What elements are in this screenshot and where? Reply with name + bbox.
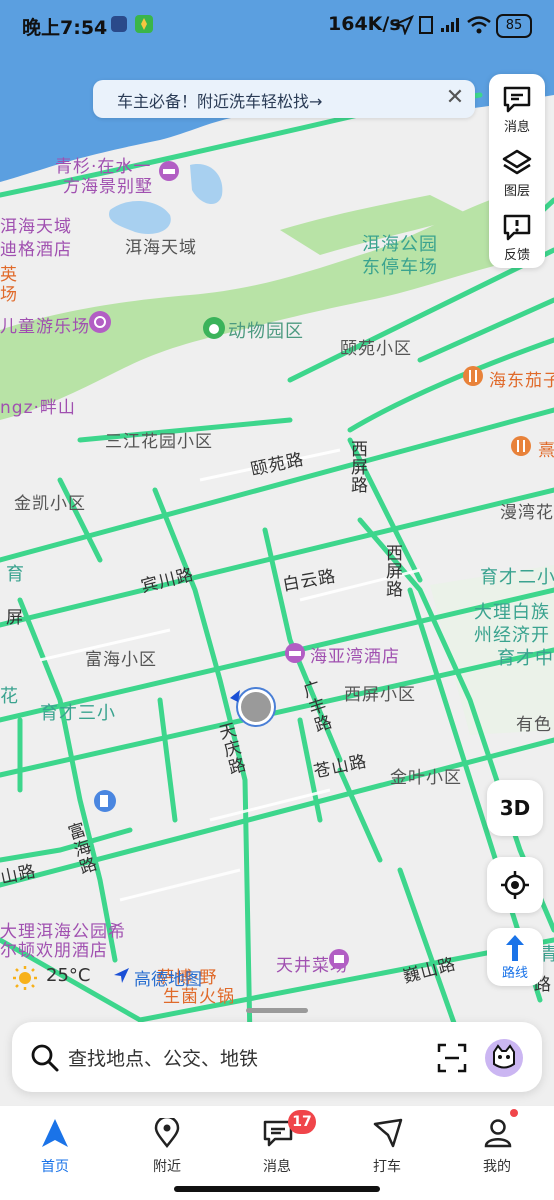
search-bar[interactable]: 查找地点、公交、地铁 — [12, 1022, 542, 1092]
road-label: 西屏路 — [382, 544, 402, 598]
zoo-icon[interactable] — [202, 316, 226, 340]
messages-button[interactable]: 消息 — [489, 78, 545, 138]
poi-label[interactable]: ngz·畔山 — [0, 393, 76, 418]
park-label[interactable]: 东停车场 — [362, 253, 438, 279]
hotel-icon[interactable] — [284, 642, 306, 664]
taxi-icon — [373, 1118, 403, 1148]
user-icon — [484, 1119, 512, 1148]
nav-taxi[interactable]: 打车 — [342, 1106, 432, 1186]
poi-label[interactable]: 育才三小 — [40, 699, 116, 725]
location-pin-icon — [154, 1118, 180, 1148]
home-indicator[interactable] — [174, 1186, 380, 1192]
nav-label: 打车 — [373, 1159, 401, 1175]
notification-dot — [510, 1109, 518, 1117]
nav-label: 我的 — [483, 1159, 511, 1175]
area-label: 漫湾花 — [500, 503, 554, 523]
area-label: 洱海天域 — [125, 238, 197, 258]
area-label: 金凯小区 — [14, 494, 86, 514]
status-bar: 晚上7:54 164K/s 85 — [0, 0, 554, 52]
locate-button[interactable] — [487, 857, 543, 913]
poi-label[interactable]: 迪格酒店 — [0, 235, 72, 260]
poi-label[interactable]: 方海景别墅 — [63, 172, 153, 197]
map-tools-panel: 消息 图层 反馈 — [489, 74, 545, 268]
locate-icon — [501, 871, 529, 899]
banner-text[interactable]: 车主必备！附近洗车轻松找→ — [117, 88, 322, 112]
poi-label[interactable]: 熹 — [538, 436, 554, 461]
poi-label[interactable]: 海东茄子 — [489, 366, 554, 391]
poi-label[interactable]: 尔顿欢朋酒店 — [0, 936, 108, 961]
feedback-icon — [503, 214, 531, 241]
poi-label[interactable]: 育才二小 — [480, 563, 554, 589]
restaurant-icon[interactable] — [510, 435, 532, 457]
nav-label: 附近 — [153, 1159, 181, 1175]
search-input[interactable]: 查找地点、公交、地铁 — [68, 1044, 258, 1071]
location-arrow-icon — [394, 15, 414, 35]
route-button[interactable]: 路线 — [487, 928, 543, 986]
poi-label[interactable]: 儿童游乐场 — [0, 312, 90, 337]
feedback-button[interactable]: 反馈 — [489, 206, 545, 266]
sim-icon — [419, 16, 433, 34]
nav-label: 消息 — [263, 1159, 291, 1175]
message-count-badge: 17 — [288, 1110, 316, 1134]
poi-label[interactable]: 场 — [0, 280, 18, 305]
sun-icon — [13, 966, 37, 990]
search-icon — [31, 1044, 59, 1072]
close-icon[interactable]: ✕ — [441, 84, 469, 112]
restaurant-icon[interactable] — [462, 365, 484, 387]
battery-icon: 85 — [496, 14, 532, 38]
temperature: 25°C — [46, 965, 91, 986]
market-icon[interactable] — [328, 948, 350, 970]
map-view[interactable]: 青杉·在水一 方海景别墅 洱海天域 迪格酒店 洱海天域 洱海公园 东停车场 英 … — [0, 0, 554, 1105]
3d-toggle-button[interactable]: 3D — [487, 780, 543, 836]
poi-label[interactable]: 育 — [0, 564, 26, 583]
nav-home[interactable]: 首页 — [10, 1106, 100, 1186]
scan-icon[interactable] — [436, 1042, 468, 1074]
ai-assistant-icon[interactable] — [484, 1038, 524, 1078]
signal-icon — [441, 18, 459, 32]
route-label: 路线 — [501, 966, 528, 981]
tool-label: 消息 — [503, 120, 530, 135]
road-label: 屏 — [2, 608, 22, 626]
tool-label: 图层 — [503, 184, 530, 199]
area-label: 三江花园小区 — [105, 432, 213, 452]
message-icon — [503, 86, 531, 113]
area-label: 西屏小区 — [344, 685, 416, 705]
poi-label[interactable]: 育才中 — [497, 644, 554, 670]
area-label: 颐苑小区 — [340, 339, 412, 359]
road-label: 西屏路 — [347, 440, 367, 494]
poi-label[interactable]: 动物园区 — [228, 317, 304, 343]
app-notification-icon — [111, 16, 127, 32]
attraction-icon[interactable] — [88, 310, 112, 334]
area-label: 富海小区 — [85, 650, 157, 670]
layers-button[interactable]: 图层 — [489, 142, 545, 202]
amap-logo: 高德地图 — [134, 970, 202, 990]
route-arrow-icon — [506, 935, 524, 961]
nav-label: 首页 — [41, 1159, 69, 1175]
poi-label[interactable]: 海亚湾酒店 — [310, 642, 400, 667]
amap-logo-icon — [114, 968, 129, 983]
hotel-icon[interactable] — [158, 160, 180, 182]
navigate-arrow-icon — [42, 1119, 68, 1147]
wifi-icon — [467, 16, 491, 34]
area-label: 金叶小区 — [390, 768, 462, 788]
promo-banner[interactable]: 车主必备！附近洗车轻松找→ ✕ — [93, 80, 475, 118]
status-time: 晚上7:54 — [22, 17, 108, 39]
layers-icon — [502, 149, 532, 175]
sheet-drag-handle[interactable] — [246, 1008, 308, 1013]
network-speed: 164K/s — [328, 13, 401, 35]
gas-station-icon[interactable] — [93, 789, 117, 813]
nav-profile[interactable]: 我的 — [452, 1106, 542, 1186]
area-label: 有色 — [516, 715, 552, 735]
poi-label[interactable]: 洱海天域 — [0, 212, 72, 237]
poi-label[interactable]: 花 — [0, 682, 19, 708]
tool-label: 反馈 — [503, 248, 530, 263]
app-notification-icon — [135, 15, 153, 33]
nav-nearby[interactable]: 附近 — [122, 1106, 212, 1186]
